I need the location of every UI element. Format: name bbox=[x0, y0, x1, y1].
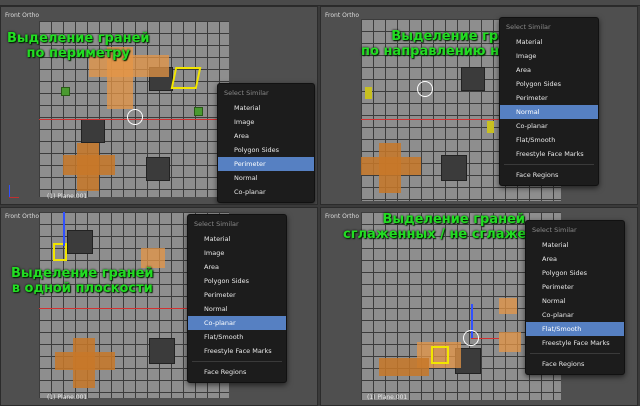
menu-item-normal[interactable]: Normal bbox=[526, 294, 624, 308]
selected-faces bbox=[379, 143, 401, 193]
menu-item-perimeter[interactable]: Perimeter bbox=[218, 157, 314, 171]
menu-item-co-planar[interactable]: Co-planar bbox=[218, 185, 314, 199]
menu-title: Select Similar bbox=[194, 220, 239, 228]
viewport-top-left[interactable]: Front Ortho (1) Plane.001 Выделение гран… bbox=[0, 6, 318, 205]
menu-item-freestyle-face-marks[interactable]: Freestyle Face Marks bbox=[526, 336, 624, 350]
menu-item-co-planar[interactable]: Co-planar bbox=[526, 308, 624, 322]
view-title: Front Ortho bbox=[325, 12, 360, 19]
overlay-line: в одной плоскости bbox=[11, 281, 153, 296]
menu-item-image[interactable]: Image bbox=[188, 246, 286, 260]
dark-face bbox=[146, 157, 170, 181]
menu-item-normal[interactable]: Normal bbox=[218, 171, 314, 185]
select-similar-menu: Select Similar Material Image Area Polyg… bbox=[187, 214, 287, 383]
dark-face bbox=[149, 338, 175, 364]
menu-item-area[interactable]: Area bbox=[218, 129, 314, 143]
dark-face bbox=[441, 155, 467, 181]
menu-item-polygon-sides[interactable]: Polygon Sides bbox=[526, 266, 624, 280]
yellow-face bbox=[365, 87, 372, 99]
overlay-line: Выделение граней bbox=[11, 266, 154, 281]
menu-item-perimeter[interactable]: Perimeter bbox=[188, 288, 286, 302]
viewport-bottom-left[interactable]: Front Ortho (1) Plane.001 Выделение гран… bbox=[0, 207, 318, 406]
selected-faces bbox=[73, 338, 95, 388]
object-label: (1) Plane.001 bbox=[47, 193, 88, 200]
selected-faces bbox=[141, 248, 165, 268]
view-title: Front Ortho bbox=[5, 213, 40, 220]
selected-faces bbox=[499, 298, 517, 314]
menu-item-area[interactable]: Area bbox=[526, 252, 624, 266]
object-label: (1) Plane.001 bbox=[367, 394, 408, 401]
yellow-selection-outline bbox=[170, 67, 202, 89]
menu-item-face-regions[interactable]: Face Regions bbox=[188, 365, 286, 379]
menu-item-material[interactable]: Material bbox=[188, 232, 286, 246]
3d-cursor[interactable] bbox=[463, 330, 479, 346]
selected-faces bbox=[77, 143, 99, 191]
yellow-selection-outline bbox=[431, 346, 449, 364]
select-similar-menu: Select Similar Material Area Polygon Sid… bbox=[525, 220, 625, 375]
object-label: (1) Plane.001 bbox=[47, 394, 88, 401]
select-similar-menu: Select Similar Material Image Area Polyg… bbox=[499, 17, 599, 186]
menu-item-co-planar[interactable]: Co-planar bbox=[188, 316, 286, 330]
menu-item-material[interactable]: Material bbox=[526, 238, 624, 252]
axis-gizmo-x bbox=[9, 197, 19, 198]
menu-title: Select Similar bbox=[532, 226, 577, 234]
viewport-bottom-right[interactable]: Front Ortho (1) Plane.001 Выделение гран… bbox=[320, 207, 638, 406]
menu-item-polygon-sides[interactable]: Polygon Sides bbox=[218, 143, 314, 157]
menu-title: Select Similar bbox=[224, 89, 269, 97]
menu-item-area[interactable]: Area bbox=[500, 63, 598, 77]
menu-item-face-regions[interactable]: Face Regions bbox=[526, 357, 624, 371]
dark-face bbox=[81, 119, 105, 143]
menu-item-flat-smooth[interactable]: Flat/Smooth bbox=[188, 330, 286, 344]
menu-item-polygon-sides[interactable]: Polygon Sides bbox=[188, 274, 286, 288]
menu-item-image[interactable]: Image bbox=[218, 115, 314, 129]
menu-item-perimeter[interactable]: Perimeter bbox=[500, 91, 598, 105]
menu-item-normal[interactable]: Normal bbox=[500, 105, 598, 119]
menu-item-flat-smooth[interactable]: Flat/Smooth bbox=[526, 322, 624, 336]
select-similar-menu: Select Similar Material Image Area Polyg… bbox=[217, 83, 315, 203]
3d-cursor[interactable] bbox=[127, 109, 143, 125]
yellow-face bbox=[487, 121, 494, 133]
normal-arrow bbox=[63, 212, 65, 246]
green-face bbox=[194, 107, 203, 116]
menu-item-perimeter[interactable]: Perimeter bbox=[526, 280, 624, 294]
menu-item-area[interactable]: Area bbox=[188, 260, 286, 274]
menu-title: Select Similar bbox=[506, 23, 551, 31]
3d-cursor[interactable] bbox=[417, 81, 433, 97]
overlay-line: по периметру bbox=[26, 46, 130, 61]
green-face bbox=[61, 87, 70, 96]
selected-faces bbox=[379, 358, 429, 376]
dark-face bbox=[67, 230, 93, 254]
overlay-caption: Выделение граней в одной плоскости bbox=[11, 266, 154, 296]
axis-gizmo-z bbox=[9, 185, 10, 197]
menu-separator bbox=[192, 361, 282, 362]
menu-item-flat-smooth[interactable]: Flat/Smooth bbox=[500, 133, 598, 147]
selected-faces bbox=[499, 332, 521, 352]
menu-item-material[interactable]: Material bbox=[500, 35, 598, 49]
view-title: Front Ortho bbox=[5, 12, 40, 19]
x-axis-line bbox=[39, 308, 189, 309]
dark-face bbox=[461, 67, 485, 91]
menu-separator bbox=[530, 353, 620, 354]
overlay-caption: Выделение граней по периметру bbox=[7, 31, 150, 61]
menu-separator bbox=[504, 164, 594, 165]
menu-item-face-regions[interactable]: Face Regions bbox=[500, 168, 598, 182]
overlay-line: Выделение граней bbox=[7, 31, 150, 46]
menu-item-normal[interactable]: Normal bbox=[188, 302, 286, 316]
viewport-top-right[interactable]: Front Ortho Выделение граней по направле… bbox=[320, 6, 638, 205]
menu-item-polygon-sides[interactable]: Polygon Sides bbox=[500, 77, 598, 91]
menu-item-image[interactable]: Image bbox=[500, 49, 598, 63]
menu-item-co-planar[interactable]: Co-planar bbox=[500, 119, 598, 133]
menu-item-freestyle-face-marks[interactable]: Freestyle Face Marks bbox=[188, 344, 286, 358]
menu-item-freestyle-face-marks[interactable]: Freestyle Face Marks bbox=[500, 147, 598, 161]
menu-item-material[interactable]: Material bbox=[218, 101, 314, 115]
